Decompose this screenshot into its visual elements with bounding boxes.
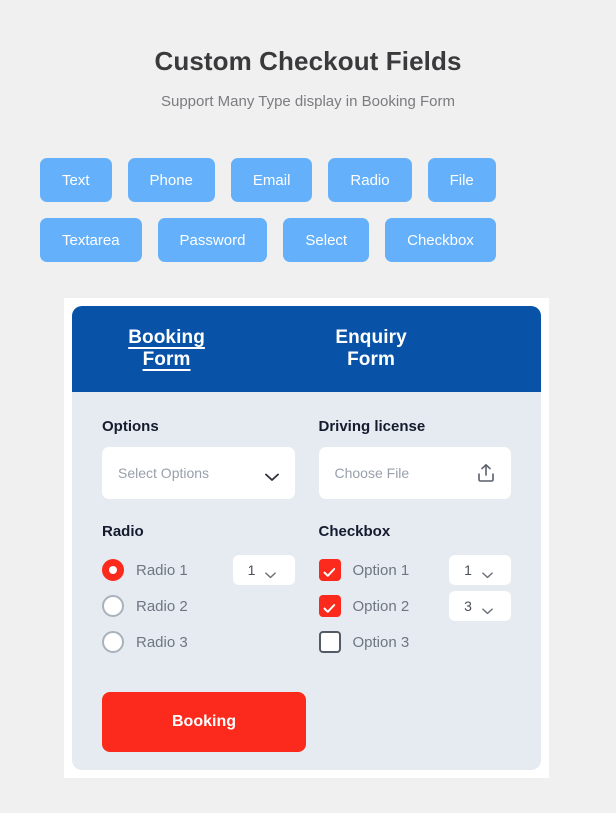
checkbox-3[interactable] <box>318 631 341 653</box>
radio-button-2[interactable] <box>102 595 124 617</box>
checkbox-row-1[interactable]: Option 1 1 <box>318 552 511 588</box>
radio-quantity-value-1: 1 <box>247 562 256 578</box>
checkbox-label-1: Option 1 <box>352 561 410 579</box>
booking-form-frame: Booking Form Enquiry Form Options Select… <box>64 298 549 778</box>
type-button-email[interactable]: Email <box>230 158 313 202</box>
type-button-select[interactable]: Select <box>283 218 370 262</box>
checkbox-group: Checkbox Option 1 1 Option 2 3 Option 3 <box>318 523 512 660</box>
page-subtitle: Support Many Type display in Booking For… <box>160 93 456 110</box>
check-icon <box>323 565 336 577</box>
type-button-phone[interactable]: Phone <box>127 158 215 202</box>
checkbox-quantity-value-2: 3 <box>464 598 472 614</box>
checkbox-label-2: Option 2 <box>352 597 410 615</box>
page-title: Custom Checkout Fields <box>154 46 462 76</box>
file-upload-input[interactable]: Choose File <box>318 447 511 499</box>
chevron-down-icon <box>482 602 496 614</box>
radio-row-1[interactable]: Radio 1 1 <box>102 552 295 588</box>
checkbox-label-3: Option 3 <box>352 633 410 651</box>
options-field-label: Options <box>102 418 159 435</box>
radio-group: Radio Radio 1 1 Radio 2 Radio 3 <box>102 523 295 660</box>
form-body: Options Select Options Driving license C… <box>72 392 541 770</box>
form-tabs: Booking Form Enquiry Form <box>72 306 541 392</box>
radio-label-3: Radio 3 <box>136 633 188 651</box>
type-button-password[interactable]: Password <box>157 218 268 262</box>
checkbox-quantity-value-1: 1 <box>464 562 472 578</box>
type-button-radio[interactable]: Radio <box>328 158 412 202</box>
options-select-placeholder: Select Options <box>118 465 210 481</box>
tab-enquiry-form[interactable]: Enquiry Form <box>309 327 433 371</box>
radio-row-2[interactable]: Radio 2 <box>102 588 295 624</box>
checkbox-group-label: Checkbox <box>318 523 391 540</box>
booking-submit-button[interactable]: Booking <box>102 692 306 752</box>
radio-row-3[interactable]: Radio 3 <box>102 624 295 660</box>
upload-icon[interactable] <box>477 463 495 483</box>
page-root: Custom Checkout Fields Support Many Type… <box>0 0 616 813</box>
radio-label-2: Radio 2 <box>136 597 188 615</box>
checkbox-1[interactable] <box>318 559 341 581</box>
options-field-group: Options Select Options <box>102 418 295 499</box>
driving-license-field-group: Driving license Choose File <box>318 418 511 499</box>
top-fields-row: Options Select Options Driving license C… <box>102 418 511 499</box>
type-button-textarea[interactable]: Textarea <box>40 218 142 262</box>
chevron-down-icon <box>482 566 496 578</box>
type-button-text[interactable]: Text <box>40 158 112 202</box>
radio-button-1[interactable] <box>102 559 124 581</box>
radio-group-label: Radio <box>102 523 144 540</box>
chevron-down-icon <box>264 469 279 481</box>
checkbox-row-3[interactable]: Option 3 <box>318 624 512 660</box>
checkbox-quantity-select-2[interactable]: 3 <box>449 591 511 621</box>
checkbox-quantity-select-1[interactable]: 1 <box>449 555 511 585</box>
driving-license-label: Driving license <box>318 418 426 435</box>
field-type-buttons: Text Phone Email Radio File Textarea Pas… <box>40 158 580 278</box>
options-select[interactable]: Select Options <box>102 447 295 499</box>
checkbox-2[interactable] <box>318 595 341 617</box>
radio-quantity-select-1[interactable]: 1 <box>232 555 295 585</box>
file-upload-placeholder: Choose File <box>334 465 410 481</box>
check-icon <box>323 601 336 613</box>
radio-button-3[interactable] <box>102 631 124 653</box>
type-button-file[interactable]: File <box>427 158 496 202</box>
radio-label-1: Radio 1 <box>136 561 188 579</box>
booking-form-card: Booking Form Enquiry Form Options Select… <box>72 306 541 770</box>
choice-fields-row: Radio Radio 1 1 Radio 2 Radio 3 Checkbox… <box>102 523 511 660</box>
chevron-down-icon <box>265 566 279 578</box>
field-type-row-2: Textarea Password Select Checkbox <box>40 218 580 262</box>
checkbox-row-2[interactable]: Option 2 3 <box>318 588 511 624</box>
field-type-row-1: Text Phone Email Radio File <box>40 158 580 202</box>
type-button-checkbox[interactable]: Checkbox <box>385 218 496 262</box>
tab-booking-form[interactable]: Booking Form <box>102 327 231 371</box>
